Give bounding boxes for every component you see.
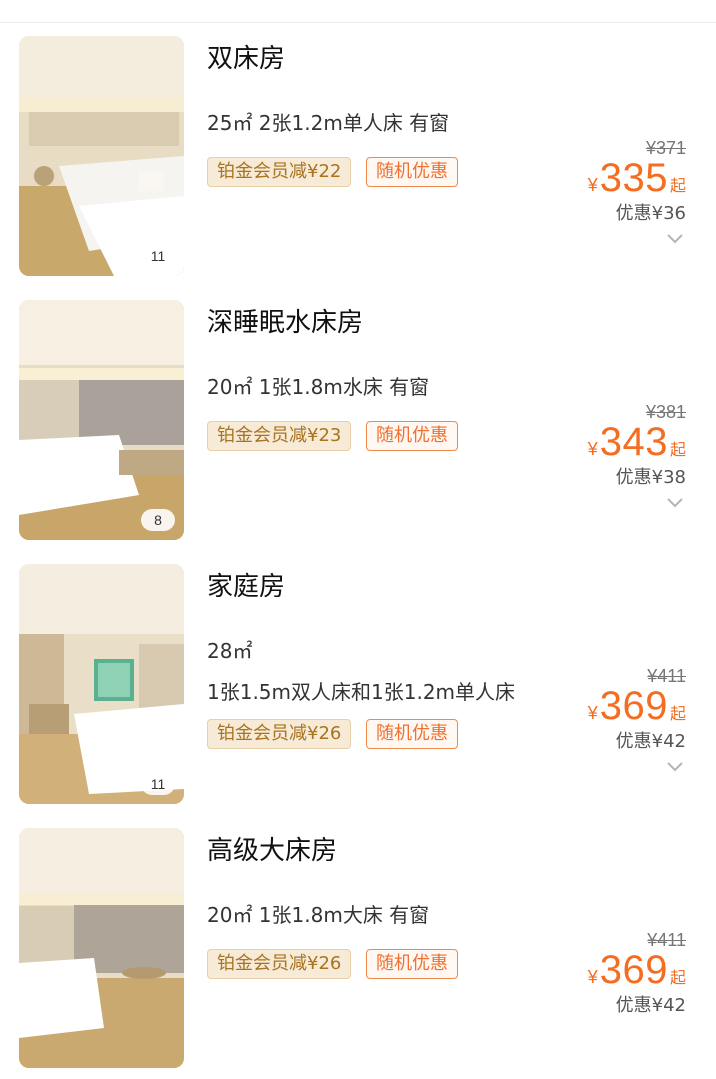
price-suffix: 起	[669, 178, 686, 195]
deluxe-king-room-image	[19, 828, 184, 1068]
price-suffix: 起	[669, 442, 686, 459]
room-card[interactable]: 11 家庭房 28㎡ 1张1.5m双人床和1张1.2m单人床 铂金会员减¥26 …	[0, 551, 716, 815]
member-discount-tag: 铂金会员减¥23	[207, 421, 352, 451]
member-discount-tag: 铂金会员减¥22	[207, 157, 352, 187]
price-suffix: 起	[669, 970, 686, 987]
room-name[interactable]: 高级大床房	[207, 831, 337, 871]
price: ¥369 起	[588, 947, 686, 993]
member-discount-tag: 铂金会员减¥26	[207, 719, 352, 749]
price-value: 369	[599, 948, 668, 992]
member-discount-tag: 铂金会员减¥26	[207, 949, 352, 979]
room-spec: 20㎡ 1张1.8m大床 有窗	[207, 903, 430, 927]
photo-count-badge: 11	[141, 245, 175, 267]
currency-symbol: ¥	[587, 439, 598, 459]
photo-count-badge: 11	[141, 773, 175, 795]
room-photo[interactable]: 11	[19, 564, 184, 804]
room-name[interactable]: 家庭房	[207, 567, 285, 607]
room-spec: 25㎡ 2张1.2m单人床 有窗	[207, 111, 450, 135]
price-suffix: 起	[669, 706, 686, 723]
price-box: ¥411 ¥369 起 优惠¥42	[486, 551, 686, 815]
chevron-down-icon[interactable]	[666, 233, 684, 245]
chevron-down-icon[interactable]	[666, 761, 684, 773]
price-box: ¥381 ¥343 起 优惠¥38	[486, 287, 686, 551]
room-card[interactable]: 高级大床房 20㎡ 1张1.8m大床 有窗 铂金会员减¥26 随机优惠 ¥411…	[0, 815, 716, 1079]
room-card[interactable]: 8 深睡眠水床房 20㎡ 1张1.8m水床 有窗 铂金会员减¥23 随机优惠 ¥…	[0, 287, 716, 551]
twin-room-image	[19, 36, 184, 276]
random-discount-tag: 随机优惠	[366, 157, 458, 187]
room-card[interactable]: 11 双床房 25㎡ 2张1.2m单人床 有窗 铂金会员减¥22 随机优惠 ¥3…	[0, 23, 716, 287]
price-value: 343	[599, 420, 668, 464]
room-photo[interactable]	[19, 828, 184, 1068]
currency-symbol: ¥	[587, 703, 598, 723]
price-box: ¥411 ¥369 起 优惠¥42	[486, 815, 686, 1024]
currency-symbol: ¥	[587, 967, 598, 987]
chevron-down-icon[interactable]	[666, 497, 684, 509]
discount-amount: 优惠¥36	[615, 203, 686, 224]
price: ¥335 起	[588, 155, 686, 201]
random-discount-tag: 随机优惠	[366, 949, 458, 979]
discount-amount: 优惠¥38	[615, 467, 686, 488]
price: ¥343 起	[588, 419, 686, 465]
price-box: ¥371 ¥335 起 优惠¥36	[486, 23, 686, 287]
room-spec-beds: 1张1.5m双人床和1张1.2m单人床	[207, 680, 516, 704]
price-value: 369	[599, 684, 668, 728]
waterbed-room-image	[19, 300, 184, 540]
currency-symbol: ¥	[587, 175, 598, 195]
room-spec: 28㎡	[207, 639, 253, 663]
price: ¥369 起	[588, 683, 686, 729]
top-bar	[0, 0, 716, 23]
random-discount-tag: 随机优惠	[366, 421, 458, 451]
room-photo[interactable]: 11	[19, 36, 184, 276]
photo-count-badge: 8	[141, 509, 175, 531]
discount-amount: 优惠¥42	[615, 731, 686, 752]
room-name[interactable]: 双床房	[207, 39, 285, 79]
room-photo[interactable]: 8	[19, 300, 184, 540]
family-room-image	[19, 564, 184, 804]
room-spec: 20㎡ 1张1.8m水床 有窗	[207, 375, 430, 399]
room-name[interactable]: 深睡眠水床房	[207, 303, 363, 343]
discount-amount: 优惠¥42	[615, 995, 686, 1016]
random-discount-tag: 随机优惠	[366, 719, 458, 749]
price-value: 335	[599, 156, 668, 200]
